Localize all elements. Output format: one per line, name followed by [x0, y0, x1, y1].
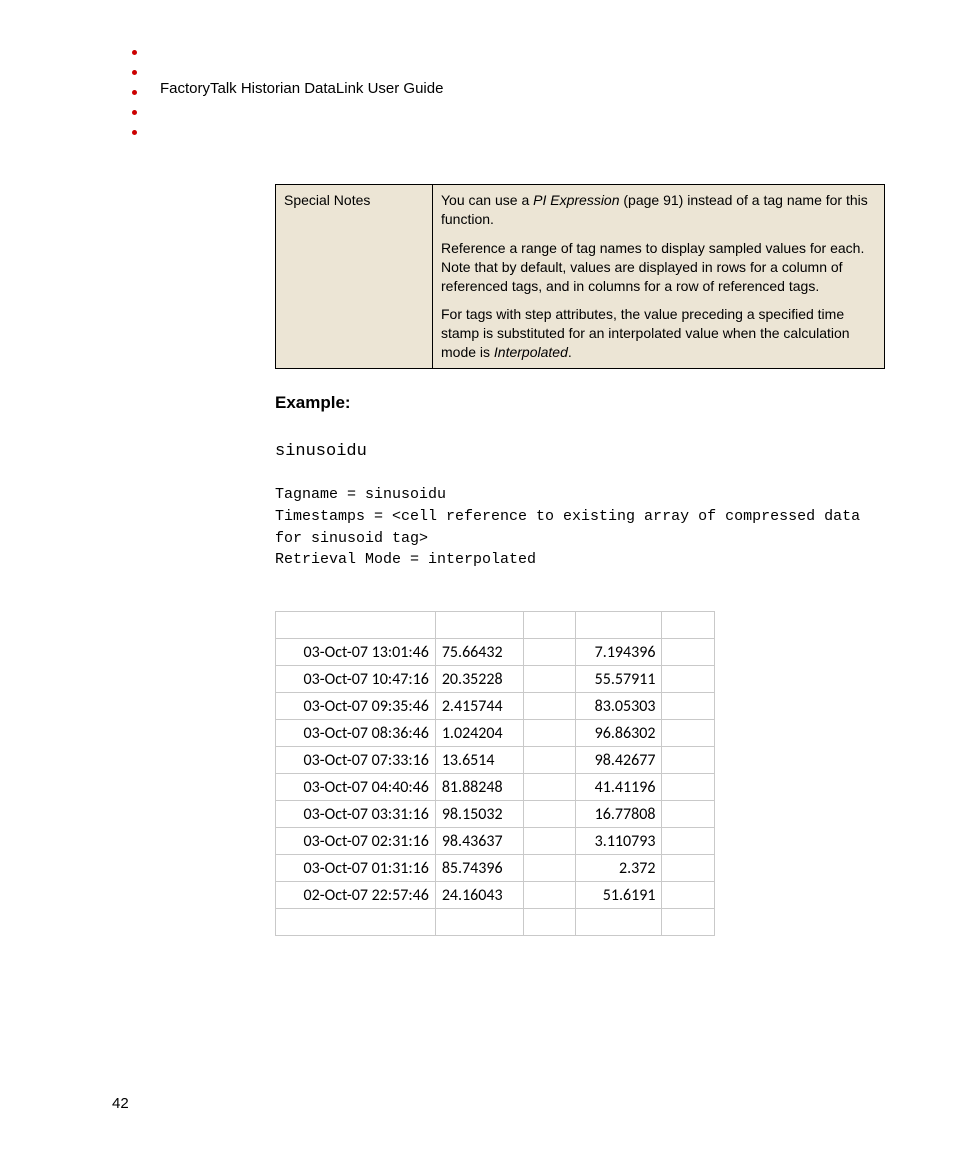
- cell-timestamp: 03-Oct-07 01:31:16: [276, 855, 436, 882]
- cell-timestamp: 03-Oct-07 09:35:46: [276, 693, 436, 720]
- cell-tail: [662, 774, 715, 801]
- cell-spacer: [523, 639, 575, 666]
- cell-tail: [662, 828, 715, 855]
- cell-timestamp: 03-Oct-07 04:40:46: [276, 774, 436, 801]
- cell-value-2: 83.05303: [576, 693, 662, 720]
- cell-value-1: 98.43637: [435, 828, 523, 855]
- cell-spacer: [523, 801, 575, 828]
- table-row: 03-Oct-07 10:47:1620.35228 55.57911: [276, 666, 715, 693]
- cell-value-2: 2.372: [576, 855, 662, 882]
- cell-value-1: 13.6514: [435, 747, 523, 774]
- cell-timestamp: 03-Oct-07 08:36:46: [276, 720, 436, 747]
- notes-paragraph-1: You can use a PI Expression (page 91) in…: [441, 191, 876, 229]
- cell-value-2: 98.42677: [576, 747, 662, 774]
- notes-paragraph-3: For tags with step attributes, the value…: [441, 305, 876, 362]
- table-row: 03-Oct-07 04:40:4681.88248 41.41196: [276, 774, 715, 801]
- cell-tail: [662, 666, 715, 693]
- cell-value-2: 55.57911: [576, 666, 662, 693]
- cell-value-1: 2.415744: [435, 693, 523, 720]
- special-notes-label: Special Notes: [276, 185, 433, 369]
- dot-icon: [132, 90, 137, 95]
- table-row: 03-Oct-07 03:31:1698.15032 16.77808: [276, 801, 715, 828]
- cell-value-1: 85.74396: [435, 855, 523, 882]
- cell-timestamp: 02-Oct-07 22:57:46: [276, 882, 436, 909]
- cell-spacer: [523, 666, 575, 693]
- table-row-empty: [276, 612, 715, 639]
- text: You can use a: [441, 192, 533, 208]
- cell-tail: [662, 720, 715, 747]
- table-row: 03-Oct-07 08:36:461.024204 96.86302: [276, 720, 715, 747]
- interpolated-term: Interpolated: [494, 344, 568, 360]
- cell-tail: [662, 801, 715, 828]
- cell-value-1: 24.16043: [435, 882, 523, 909]
- dot-icon: [132, 50, 137, 55]
- cell-tail: [662, 693, 715, 720]
- cell-value-1: 1.024204: [435, 720, 523, 747]
- cell-value-1: 98.15032: [435, 801, 523, 828]
- example-heading: Example:: [275, 393, 884, 413]
- cell-value-2: 16.77808: [576, 801, 662, 828]
- dot-icon: [132, 130, 137, 135]
- cell-timestamp: 03-Oct-07 10:47:16: [276, 666, 436, 693]
- dot-icon: [132, 70, 137, 75]
- notes-paragraph-2: Reference a range of tag names to displa…: [441, 239, 876, 296]
- cell-spacer: [523, 774, 575, 801]
- cell-value-2: 96.86302: [576, 720, 662, 747]
- cell-spacer: [523, 747, 575, 774]
- cell-value-2: 7.194396: [576, 639, 662, 666]
- cell-value-2: 3.110793: [576, 828, 662, 855]
- table-row: 03-Oct-07 01:31:1685.74396 2.372: [276, 855, 715, 882]
- example-tag: sinusoidu: [275, 441, 884, 464]
- page: FactoryTalk Historian DataLink User Guid…: [0, 0, 954, 1164]
- cell-timestamp: 03-Oct-07 13:01:46: [276, 639, 436, 666]
- table-row-empty: [276, 909, 715, 936]
- cell-value-1: 20.35228: [435, 666, 523, 693]
- cell-value-2: 41.41196: [576, 774, 662, 801]
- cell-spacer: [523, 855, 575, 882]
- cell-timestamp: 03-Oct-07 02:31:16: [276, 828, 436, 855]
- content-area: Special Notes You can use a PI Expressio…: [275, 184, 884, 936]
- text: .: [568, 344, 572, 360]
- dot-icon: [132, 110, 137, 115]
- table-row: 03-Oct-07 09:35:462.415744 83.05303: [276, 693, 715, 720]
- cell-tail: [662, 747, 715, 774]
- cell-tail: [662, 855, 715, 882]
- cell-value-1: 81.88248: [435, 774, 523, 801]
- pi-expression-term: PI Expression: [533, 192, 619, 208]
- data-grid: 03-Oct-07 13:01:4675.664327.19439603-Oct…: [275, 611, 715, 936]
- special-notes-body: You can use a PI Expression (page 91) in…: [433, 185, 885, 369]
- cell-tail: [662, 639, 715, 666]
- table-row: 02-Oct-07 22:57:4624.16043 51.6191: [276, 882, 715, 909]
- special-notes-table: Special Notes You can use a PI Expressio…: [275, 184, 885, 369]
- cell-spacer: [523, 720, 575, 747]
- table-row: 03-Oct-07 13:01:4675.66432 7.194396: [276, 639, 715, 666]
- page-header-title: FactoryTalk Historian DataLink User Guid…: [160, 80, 443, 97]
- cell-timestamp: 03-Oct-07 07:33:16: [276, 747, 436, 774]
- cell-spacer: [523, 882, 575, 909]
- cell-value-2: 51.6191: [576, 882, 662, 909]
- table-row: 03-Oct-07 02:31:1698.43637 3.110793: [276, 828, 715, 855]
- cell-spacer: [523, 828, 575, 855]
- table-row: 03-Oct-07 07:33:1613.6514 98.42677: [276, 747, 715, 774]
- cell-tail: [662, 882, 715, 909]
- page-number: 42: [112, 1095, 129, 1112]
- cell-value-1: 75.66432: [435, 639, 523, 666]
- example-parameters: Tagname = sinusoidu Timestamps = <cell r…: [275, 484, 884, 571]
- cell-timestamp: 03-Oct-07 03:31:16: [276, 801, 436, 828]
- cell-spacer: [523, 693, 575, 720]
- decorative-dots: [132, 50, 137, 135]
